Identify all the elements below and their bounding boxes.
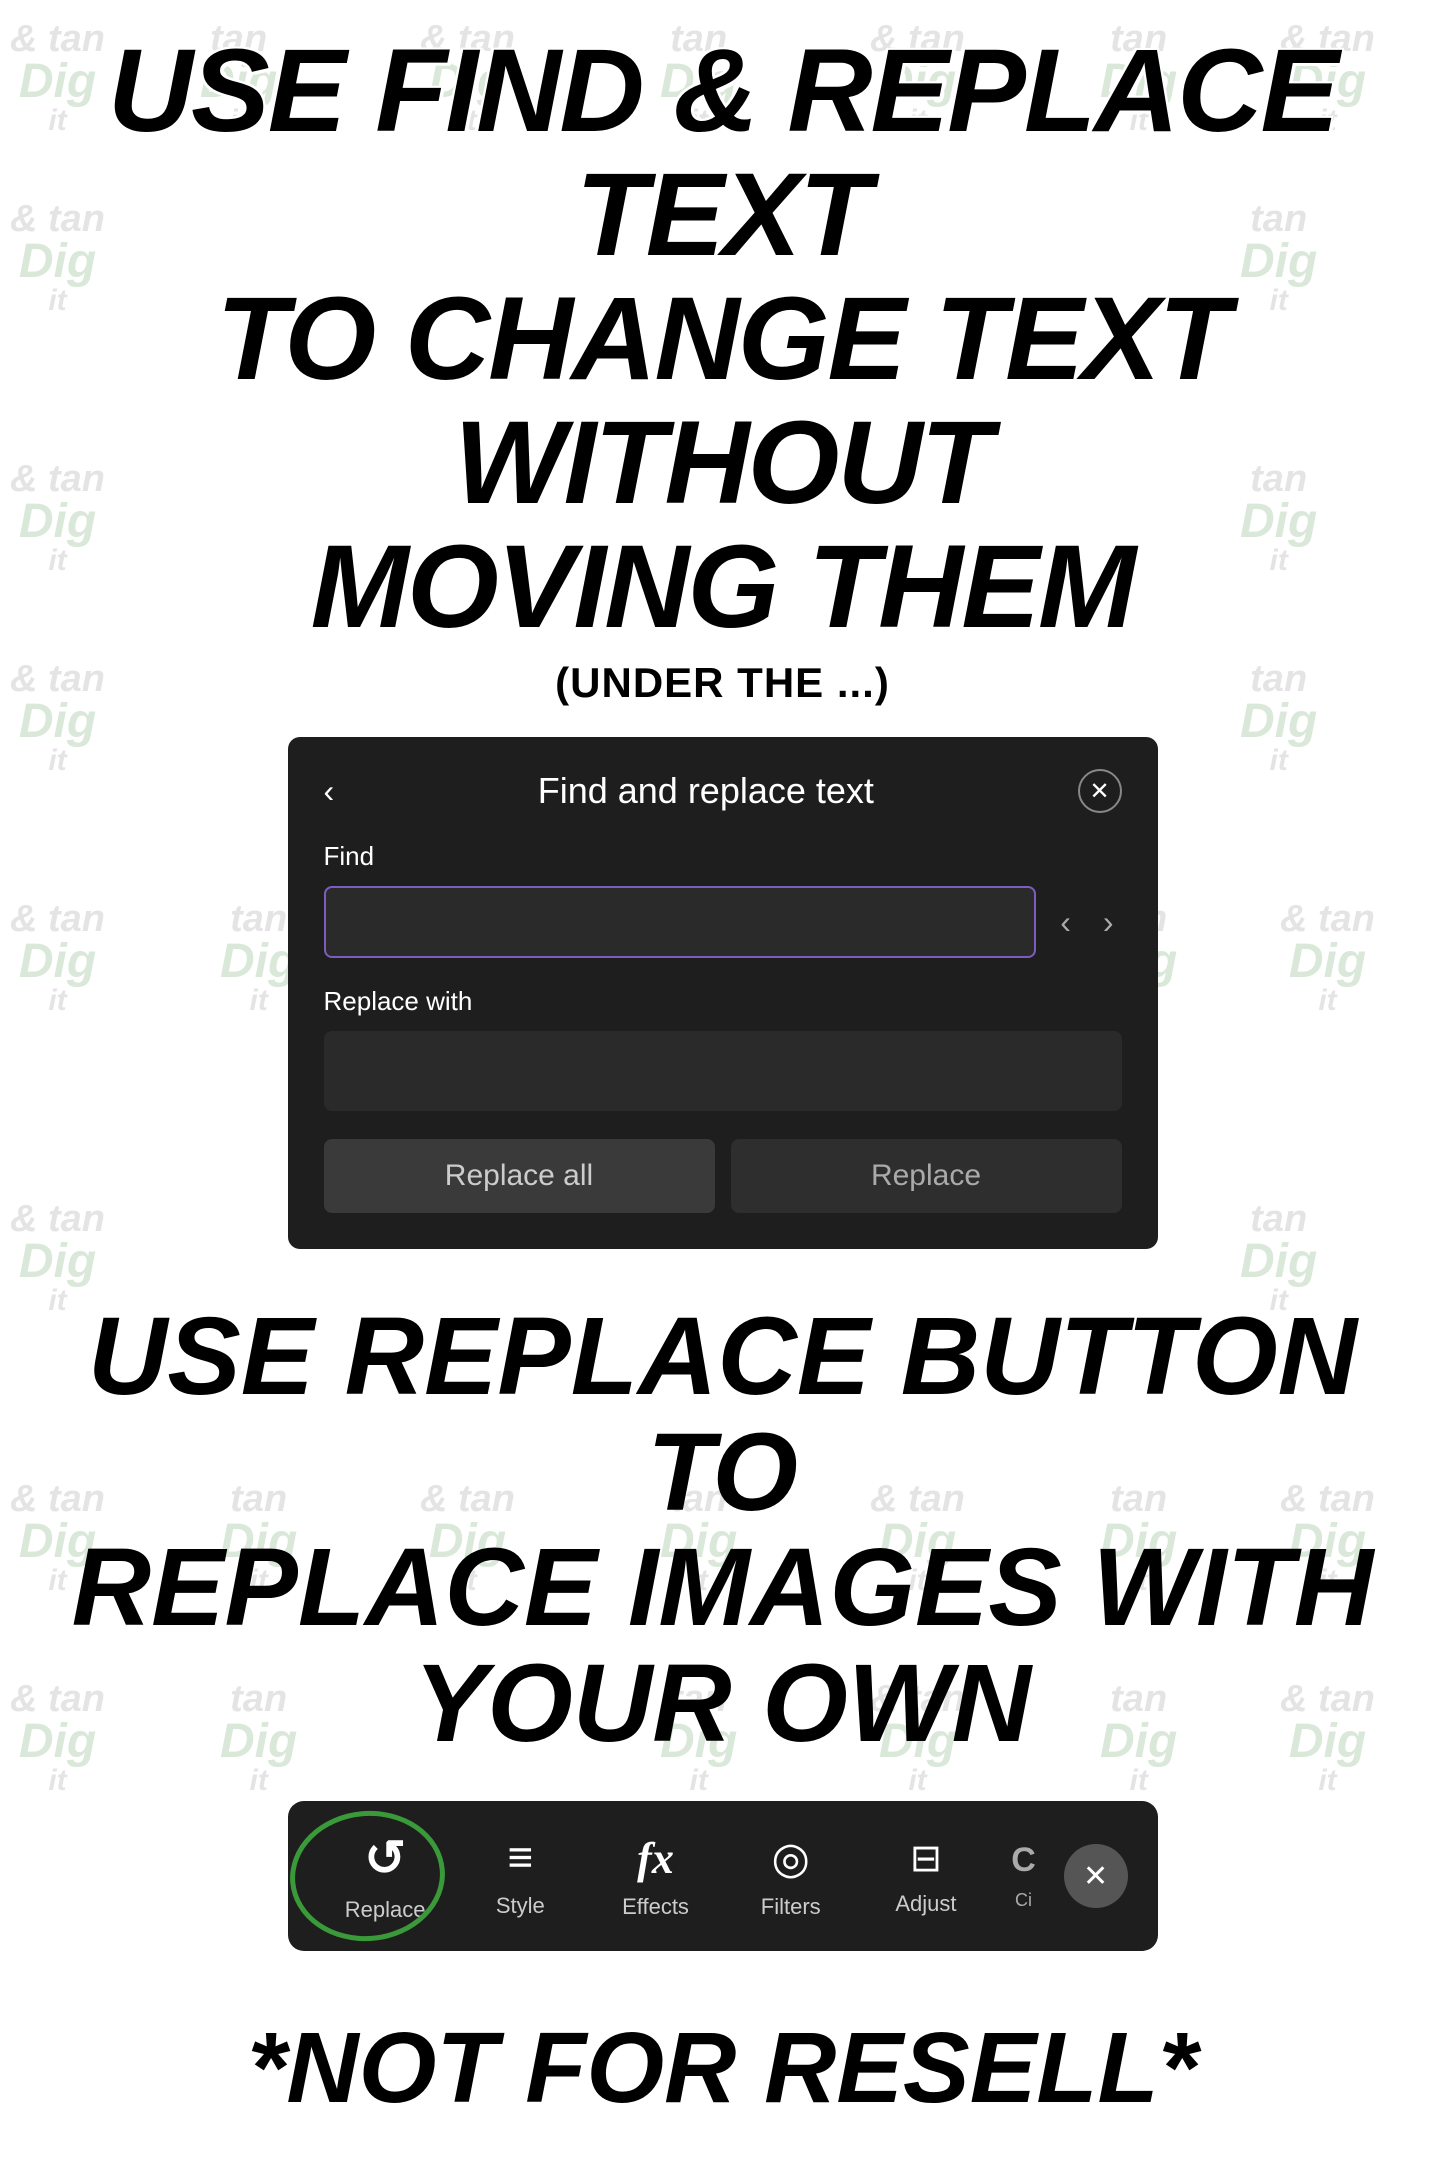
toolbar-item-crop[interactable]: C Ci: [994, 1841, 1054, 1911]
dialog-back-button[interactable]: ‹: [324, 775, 335, 807]
adjust-icon: ⊟: [910, 1836, 942, 1881]
adjust-label: Adjust: [895, 1891, 956, 1917]
crop-label: Ci: [1015, 1890, 1032, 1911]
find-row: ‹ ›: [324, 886, 1122, 958]
replace-label: Replace: [345, 1897, 426, 1923]
replace-icon: ↺: [364, 1829, 406, 1887]
prev-button[interactable]: ‹: [1052, 896, 1079, 949]
dialog-buttons: Replace all Replace: [324, 1139, 1122, 1213]
style-label: Style: [496, 1893, 545, 1919]
bottom-heading: *NOT FOR RESELL*: [247, 2011, 1197, 2126]
replace-all-button[interactable]: Replace all: [324, 1139, 715, 1213]
toolbar-item-effects[interactable]: fx Effects: [588, 1833, 723, 1920]
main-heading: USE FIND & REPLACE TEXT TO CHANGE TEXT W…: [20, 30, 1425, 649]
filters-label: Filters: [761, 1894, 821, 1920]
effects-label: Effects: [622, 1894, 689, 1920]
toolbar-item-filters[interactable]: ◎ Filters: [723, 1833, 858, 1920]
effects-icon: fx: [637, 1833, 674, 1884]
dialog-title: Find and replace text: [334, 770, 1077, 812]
toolbar-close-button[interactable]: ✕: [1064, 1844, 1128, 1908]
find-replace-dialog: ‹ Find and replace text ✕ Find ‹ › Repla…: [288, 737, 1158, 1249]
replace-input[interactable]: [324, 1031, 1122, 1111]
toolbar: ↺ Replace ≡ Style fx Effects ◎ Filters ⊟…: [288, 1801, 1158, 1951]
mid-heading: USE REPLACE BUTTON TO REPLACE IMAGES WIT…: [20, 1299, 1425, 1761]
dialog-close-button[interactable]: ✕: [1078, 769, 1122, 813]
next-button[interactable]: ›: [1095, 896, 1122, 949]
replace-label: Replace with: [324, 986, 1122, 1017]
filters-icon: ◎: [772, 1833, 810, 1884]
dialog-header: ‹ Find and replace text ✕: [324, 769, 1122, 813]
style-icon: ≡: [507, 1833, 533, 1883]
sub-heading: (UNDER THE ...): [555, 659, 890, 707]
find-input[interactable]: [324, 886, 1037, 958]
toolbar-item-replace[interactable]: ↺ Replace: [318, 1829, 453, 1923]
toolbar-item-adjust[interactable]: ⊟ Adjust: [858, 1836, 993, 1917]
toolbar-item-style[interactable]: ≡ Style: [453, 1833, 588, 1919]
replace-button[interactable]: Replace: [731, 1139, 1122, 1213]
page-content: USE FIND & REPLACE TEXT TO CHANGE TEXT W…: [0, 0, 1445, 2176]
find-label: Find: [324, 841, 1122, 872]
crop-icon: C: [1011, 1841, 1036, 1880]
